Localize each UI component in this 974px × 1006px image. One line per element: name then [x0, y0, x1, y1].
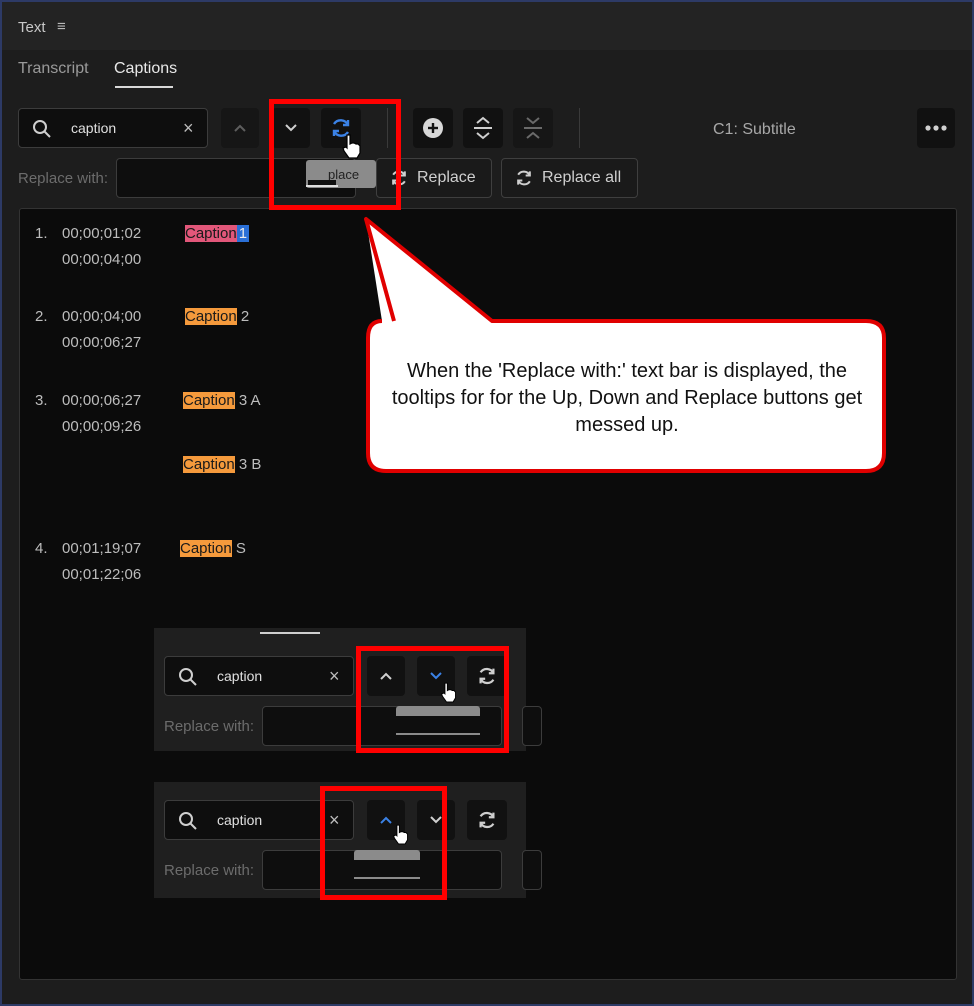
callout-bubble: [364, 217, 886, 473]
callout-text: When the 'Replace with:' text bar is dis…: [391, 360, 863, 436]
text-panel: Text ≡ Transcript Captions caption × C1:…: [2, 2, 972, 1004]
